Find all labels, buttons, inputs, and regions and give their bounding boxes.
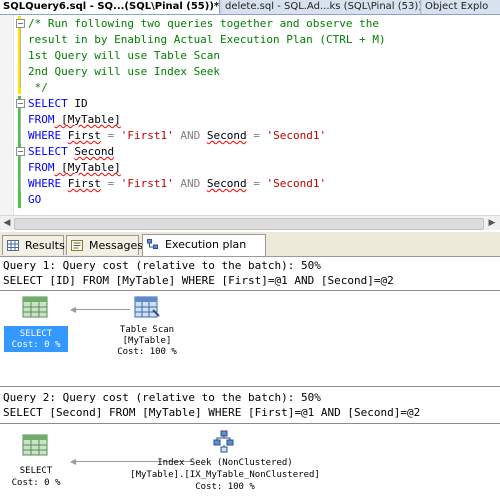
query1-sql-text: SELECT [ID] FROM [MyTable] WHERE [First]… — [3, 274, 394, 287]
tab-messages-label: Messages — [89, 239, 143, 252]
fold-guide — [20, 108, 21, 144]
code-line-from: FROM [MyTable] — [28, 113, 121, 126]
grid-icon — [7, 240, 19, 251]
arrow-head-icon: ◀ — [70, 305, 77, 314]
code-line: /* Run following two queries together an… — [28, 17, 379, 30]
fold-guide — [20, 28, 21, 88]
doc-tab-delete-sql[interactable]: delete.sql - SQL.Ad...ks (SQL\Pinal (53)… — [222, 0, 421, 14]
code-line-select-second: SELECT Second — [28, 145, 115, 158]
plan-arrow — [72, 309, 130, 310]
document-tab-strip: SQLQuery6.sql - SQ...(SQL\Pinal (55))* d… — [0, 0, 500, 15]
code-line: 1st Query will use Table Scan — [28, 49, 221, 62]
fold-guide — [20, 156, 21, 192]
doc-tab-object-explorer[interactable]: Object Explo — [422, 0, 500, 14]
table-scan-name: Table Scan — [119, 325, 175, 335]
query2-cost-header: Query 2: Query cost (relative to the bat… — [3, 391, 321, 404]
tab-results-label: Results — [25, 239, 65, 252]
code-line: result in by Enabling Actual Execution P… — [28, 33, 386, 46]
tab-execution-plan[interactable]: Execution plan — [142, 234, 266, 256]
select-node-name: SELECT — [19, 466, 53, 476]
messages-icon — [71, 240, 83, 251]
table-scan-object: [MyTable] — [122, 336, 172, 346]
code-line-from: FROM [MyTable] — [28, 161, 121, 174]
execution-plan-icon — [147, 239, 158, 249]
index-seek-icon[interactable] — [212, 430, 236, 454]
divider — [0, 423, 500, 424]
index-seek-object: [MyTable].[IX_MyTable_NonClustered] — [130, 470, 320, 480]
editor-horizontal-scrollbar[interactable]: ◀ ▶ — [0, 215, 500, 230]
tab-results[interactable]: Results — [2, 235, 65, 255]
index-seek-cost: Cost: 100 % — [195, 482, 255, 492]
editor-margin — [0, 15, 14, 215]
collapse-comment-icon[interactable]: − — [16, 19, 25, 28]
table-scan-icon[interactable] — [134, 296, 160, 320]
arrow-head-icon: ◀ — [70, 457, 77, 466]
collapse-query2-icon[interactable]: − — [16, 147, 25, 156]
divider — [0, 290, 500, 291]
scroll-left-icon[interactable]: ◀ — [1, 217, 13, 229]
code-line: 2nd Query will use Index Seek — [28, 65, 221, 78]
tab-messages[interactable]: Messages — [66, 235, 143, 255]
scroll-right-icon[interactable]: ▶ — [486, 217, 498, 229]
code-line-go: GO — [28, 193, 42, 206]
select-operator-icon[interactable] — [22, 296, 48, 320]
collapse-query1-icon[interactable]: − — [16, 99, 25, 108]
scrollbar-thumb[interactable] — [14, 218, 484, 230]
index-seek-name: Index Seek (NonClustered) — [157, 458, 293, 468]
query2-sql-text: SELECT [Second] FROM [MyTable] WHERE [Fi… — [3, 406, 421, 419]
divider — [0, 386, 500, 387]
tab-execution-plan-label: Execution plan — [165, 238, 247, 251]
code-line-where: WHERE First = 'First1' AND Second = 'Sec… — [28, 129, 327, 142]
select-node-cost: Cost: 0 % — [11, 340, 61, 350]
code-line-where: WHERE First = 'First1' AND Second = 'Sec… — [28, 177, 327, 190]
doc-tab-sqlquery6[interactable]: SQLQuery6.sql - SQ...(SQL\Pinal (55))* — [0, 0, 220, 14]
select-node-cost: Cost: 0 % — [11, 478, 61, 488]
select-operator-icon[interactable] — [22, 434, 48, 458]
code-line: */ — [28, 81, 48, 94]
select-node-name: SELECT — [19, 329, 53, 339]
table-scan-cost: Cost: 100 % — [117, 347, 177, 357]
code-line-select-id: SELECT ID — [28, 97, 88, 110]
query1-cost-header: Query 1: Query cost (relative to the bat… — [3, 259, 321, 272]
results-tab-strip: Results Messages Execution plan — [0, 232, 500, 257]
